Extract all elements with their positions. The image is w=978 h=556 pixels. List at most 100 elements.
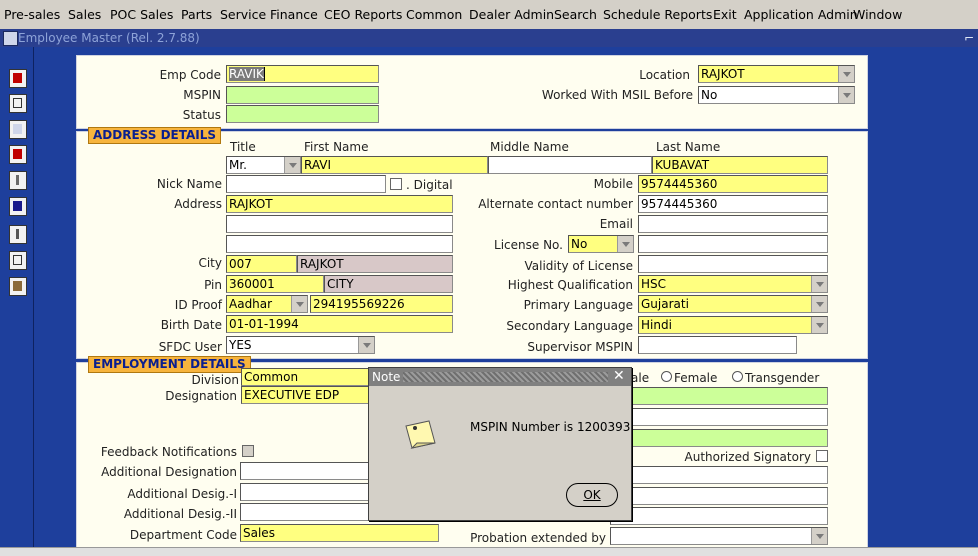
gender-transgender-label: Transgender [745,371,820,385]
paste-icon[interactable] [9,277,27,296]
digital-checkbox[interactable] [390,178,402,190]
gender-female-label: Female [674,371,718,385]
first-name-input[interactable]: RAVI [301,156,488,174]
middle-name-input[interactable] [488,156,652,174]
email-label: Email [599,217,633,231]
menu-schedule-reports[interactable]: Schedule Reports [603,7,712,22]
menu-pre-sales[interactable]: Pre-sales [4,7,60,22]
chevron-down-icon[interactable] [811,528,827,544]
birth-date-input[interactable]: 01-01-1994 [226,315,453,333]
menu-service[interactable]: Service [220,7,266,22]
menu-dealer-admin[interactable]: Dealer Admin [469,7,554,22]
title-select[interactable]: Mr. [226,156,301,174]
probation-extended-select[interactable] [610,527,828,545]
chevron-down-icon[interactable] [358,337,374,353]
location-select[interactable]: RAJKOT [698,65,855,83]
chevron-down-icon[interactable] [811,317,827,333]
additional-desig-1-input[interactable] [240,483,370,501]
license-number-input[interactable] [638,235,828,253]
menu-poc-sales[interactable]: POC Sales [110,7,173,22]
chevron-down-icon[interactable] [291,296,307,312]
edit-icon[interactable] [9,171,27,190]
chevron-down-icon[interactable] [284,157,300,173]
license-select-value: No [571,237,588,251]
id-proof-select[interactable]: Aadhar [226,295,308,313]
primary-language-select[interactable]: Gujarati [638,295,828,313]
status-field[interactable] [226,105,379,123]
emp-code-input[interactable]: RAVIK [226,65,379,83]
cut-icon[interactable] [9,225,27,244]
window-title-bar: Employee Master (Rel. 2.7.88) ⌐ [0,29,978,47]
resize-icon[interactable]: ⌐ [964,31,974,45]
address-line-2-input[interactable] [226,215,453,233]
vertical-toolbar [0,47,34,547]
department-code-input[interactable]: Sales [240,524,439,542]
last-name-input[interactable]: KUBAVAT [652,156,828,174]
additional-desig-2-label: Additional Desig.-II [123,507,237,521]
list-icon[interactable] [9,94,27,113]
sfdc-user-select[interactable]: YES [226,336,375,354]
employment-field-1[interactable] [628,387,828,405]
pin-input[interactable]: 360001 [226,275,324,293]
menu-exit[interactable]: Exit [713,7,737,22]
address-line-3-input[interactable] [226,235,453,253]
esi-number-input[interactable] [610,507,828,525]
chevron-down-icon[interactable] [838,66,854,82]
menu-window[interactable]: Window [853,7,902,22]
address-line-1-input[interactable]: RAJKOT [226,195,453,213]
nick-name-input[interactable] [226,175,386,193]
app-icon [3,31,18,46]
menu-common[interactable]: Common [406,7,462,22]
delete-record-icon[interactable] [9,145,27,164]
worked-msil-select[interactable]: No [698,86,855,104]
feedback-notifications-checkbox[interactable] [242,445,254,457]
id-number-input[interactable]: 294195569226 [310,295,453,313]
ok-button[interactable]: OK [566,483,618,507]
qualification-select[interactable]: HSC [638,275,828,293]
close-icon[interactable]: ✕ [613,368,625,384]
menu-parts[interactable]: Parts [181,7,212,22]
supervisor-mspin-input[interactable] [638,336,797,354]
note-dialog: Note ✕ MSPIN Number is 1200393 OK [368,367,632,521]
menu-finance[interactable]: Finance [270,7,318,22]
mspin-field[interactable] [226,86,379,104]
gender-transgender-radio[interactable] [732,371,743,382]
secondary-language-select[interactable]: Hindi [638,316,828,334]
city-code-input[interactable]: 007 [226,255,297,273]
sfdc-user-label: SFDC User [158,340,222,354]
employment-field-4[interactable] [628,466,828,484]
mobile-input[interactable]: 9574445360 [638,175,828,193]
license-select[interactable]: No [568,235,634,253]
chevron-down-icon[interactable] [838,87,854,103]
menu-sales[interactable]: Sales [68,7,101,22]
employment-field-2[interactable] [628,408,828,426]
dialog-message: MSPIN Number is 1200393 [470,420,631,434]
chevron-down-icon[interactable] [617,236,633,252]
status-label: Status [182,108,221,122]
gender-female-radio[interactable] [661,371,672,382]
city-name-field: RAJKOT [297,255,453,273]
save-icon[interactable] [9,197,27,216]
division-field[interactable]: Common [241,368,371,386]
authorized-signatory-checkbox[interactable] [816,450,828,462]
menu-search[interactable]: Search [554,7,597,22]
employment-field-3[interactable] [628,429,828,447]
calendar-icon[interactable] [9,120,27,139]
designation-field[interactable]: EXECUTIVE EDP [241,386,371,404]
employment-section-header: EMPLOYMENT DETAILS [88,356,251,373]
license-validity-label: Validity of License [524,259,634,273]
birth-date-label: Birth Date [160,318,222,332]
menu-ceo-reports[interactable]: CEO Reports [324,7,402,22]
employment-field-5[interactable] [628,487,828,505]
chevron-down-icon[interactable] [811,296,827,312]
alt-contact-input[interactable]: 9574445360 [638,195,828,213]
menu-application-admin[interactable]: Application Admin [744,7,858,22]
additional-desig-2-input[interactable] [240,503,370,521]
license-validity-input[interactable] [638,255,828,273]
emp-code-value: RAVIK [229,67,264,81]
exit-icon[interactable] [9,69,27,88]
email-input[interactable] [638,215,828,233]
additional-designation-input[interactable] [240,462,370,480]
chevron-down-icon[interactable] [811,276,827,292]
copy-icon[interactable] [9,251,27,270]
